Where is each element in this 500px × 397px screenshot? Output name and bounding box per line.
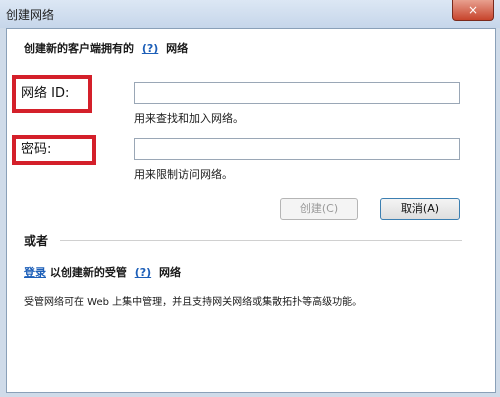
close-button[interactable]: × [452, 0, 494, 21]
sign-in-line: 登录 以创建新的受管 (?) 网络 [24, 264, 181, 280]
create-network-dialog: 创建网络 × 创建新的客户端拥有的 (?) 网络 网络 ID: 用来查找和加入网… [0, 0, 500, 397]
password-input[interactable] [134, 138, 460, 160]
create-button[interactable]: 创建(C) [280, 198, 358, 220]
managed-network-description: 受管网络可在 Web 上集中管理，并且支持网关网络或集散拓扑等高级功能。 [24, 297, 363, 308]
password-label: 密码: [12, 135, 96, 165]
heading-suffix: 网络 [166, 42, 189, 55]
title-bar: 创建网络 × [0, 0, 500, 28]
help-link[interactable]: (?) [142, 42, 158, 55]
network-id-input[interactable] [134, 82, 460, 104]
network-id-label: 网络 ID: [12, 75, 92, 113]
network-id-hint: 用来查找和加入网络。 [134, 112, 244, 125]
close-icon: × [467, 3, 479, 17]
window-title: 创建网络 [6, 8, 55, 22]
sign-in-suffix: 网络 [158, 266, 181, 279]
sign-in-link[interactable]: 登录 [24, 266, 46, 279]
sign-in-middle-text: 以创建新的受管 [49, 266, 127, 279]
heading-prefix: 创建新的客户端拥有的 [24, 42, 134, 55]
create-client-network-heading: 创建新的客户端拥有的 (?) 网络 [24, 40, 188, 56]
managed-help-link[interactable]: (?) [135, 266, 151, 279]
password-hint: 用来限制访问网络。 [134, 168, 233, 181]
divider [60, 240, 462, 241]
cancel-button[interactable]: 取消(A) [380, 198, 460, 220]
or-separator-label: 或者 [24, 234, 49, 248]
